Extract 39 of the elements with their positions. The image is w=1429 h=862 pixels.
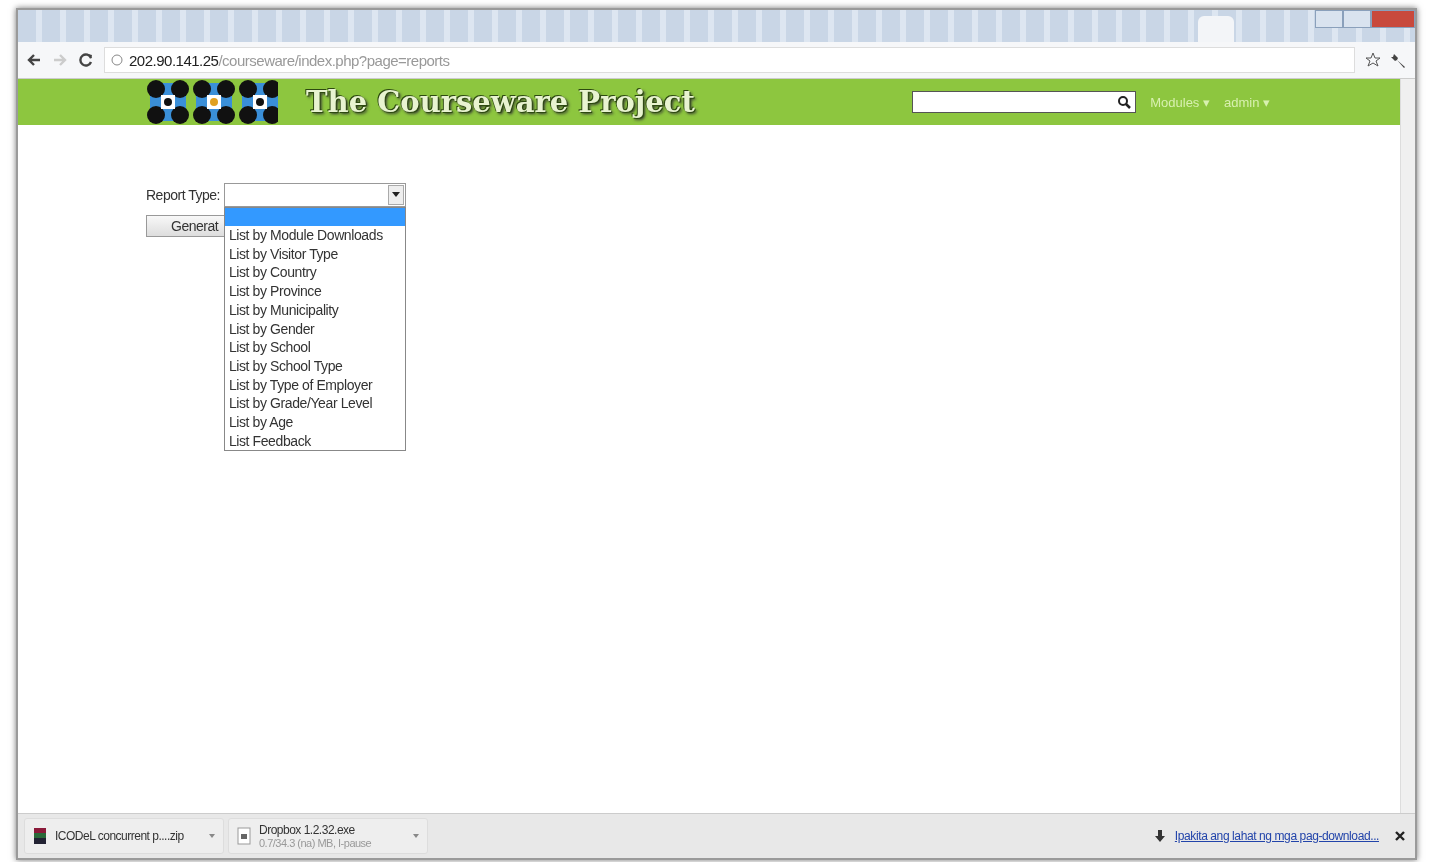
archive-icon bbox=[33, 827, 47, 845]
file-icon bbox=[237, 827, 251, 845]
search-field[interactable] bbox=[912, 91, 1137, 113]
show-all-downloads-link[interactable]: Ipakita ang lahat ng mga pag-download... bbox=[1174, 829, 1379, 843]
reload-icon[interactable] bbox=[78, 52, 94, 68]
search-icon[interactable] bbox=[1117, 95, 1132, 109]
close-icon[interactable] bbox=[1395, 831, 1405, 841]
caret-icon[interactable] bbox=[413, 834, 419, 838]
close-button[interactable] bbox=[1371, 10, 1415, 28]
download-item[interactable]: ICODeL concurrent p....zip bbox=[24, 818, 224, 854]
dropdown-option[interactable]: List by Visitor Type bbox=[224, 244, 405, 264]
globe-icon bbox=[111, 54, 123, 66]
dropdown-option[interactable]: List by School bbox=[224, 338, 405, 357]
minimize-button[interactable] bbox=[1315, 10, 1343, 28]
dropdown-option[interactable]: List by Province bbox=[224, 282, 405, 301]
dropdown-option[interactable]: List by Type of Employer bbox=[224, 375, 405, 395]
download-icon bbox=[1154, 830, 1165, 842]
wrench-icon[interactable] bbox=[1391, 52, 1407, 68]
dropdown-option[interactable]: List by Gender bbox=[224, 319, 405, 339]
star-icon[interactable] bbox=[1365, 52, 1381, 68]
maximize-button[interactable] bbox=[1343, 10, 1371, 28]
generate-button[interactable]: Generat bbox=[146, 215, 226, 237]
download-name: ICODeL concurrent p....zip bbox=[55, 829, 185, 843]
dropdown-option[interactable]: List by Age bbox=[224, 413, 405, 432]
dropdown-option[interactable]: List by Country bbox=[224, 263, 405, 283]
download-status: 0.7/34.3 (na) MB, I-pause bbox=[259, 837, 373, 849]
dropdown-option[interactable]: List by Municipality bbox=[224, 300, 405, 320]
address-bar[interactable]: 202.90.141.25/courseware/index.php?page=reports bbox=[104, 47, 1355, 73]
download-name: Dropbox 1.2.32.exe bbox=[259, 823, 356, 837]
scrollbar[interactable] bbox=[1400, 79, 1415, 813]
dropdown-option[interactable]: List by Module Downloads bbox=[224, 226, 405, 245]
dropdown-option[interactable]: List Feedback bbox=[224, 431, 405, 451]
caret-icon[interactable] bbox=[209, 834, 215, 838]
field-label: Report Type: bbox=[146, 187, 220, 203]
dropdown-option[interactable]: List by Grade/Year Level bbox=[224, 394, 405, 414]
download-item[interactable]: Dropbox 1.2.32.exe 0.7/34.3 (na) MB, I-pause bbox=[228, 818, 428, 854]
dropdown-option[interactable]: List by School Type bbox=[224, 356, 405, 376]
site-title: The Courseware Project bbox=[306, 85, 695, 119]
back-icon[interactable] bbox=[26, 52, 42, 68]
